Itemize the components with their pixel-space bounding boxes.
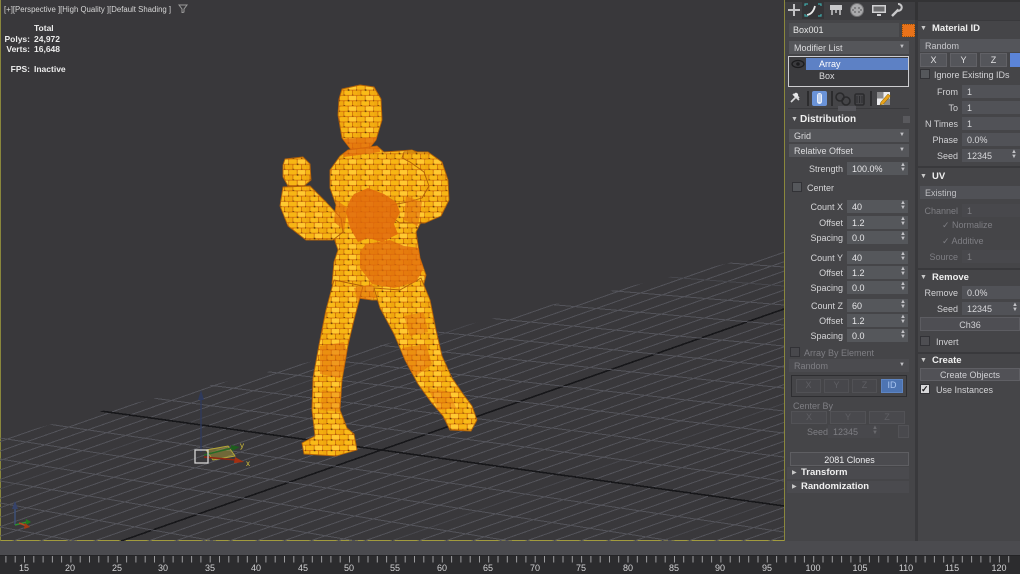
- svg-text:y: y: [240, 441, 244, 450]
- svg-text:x: x: [246, 459, 250, 468]
